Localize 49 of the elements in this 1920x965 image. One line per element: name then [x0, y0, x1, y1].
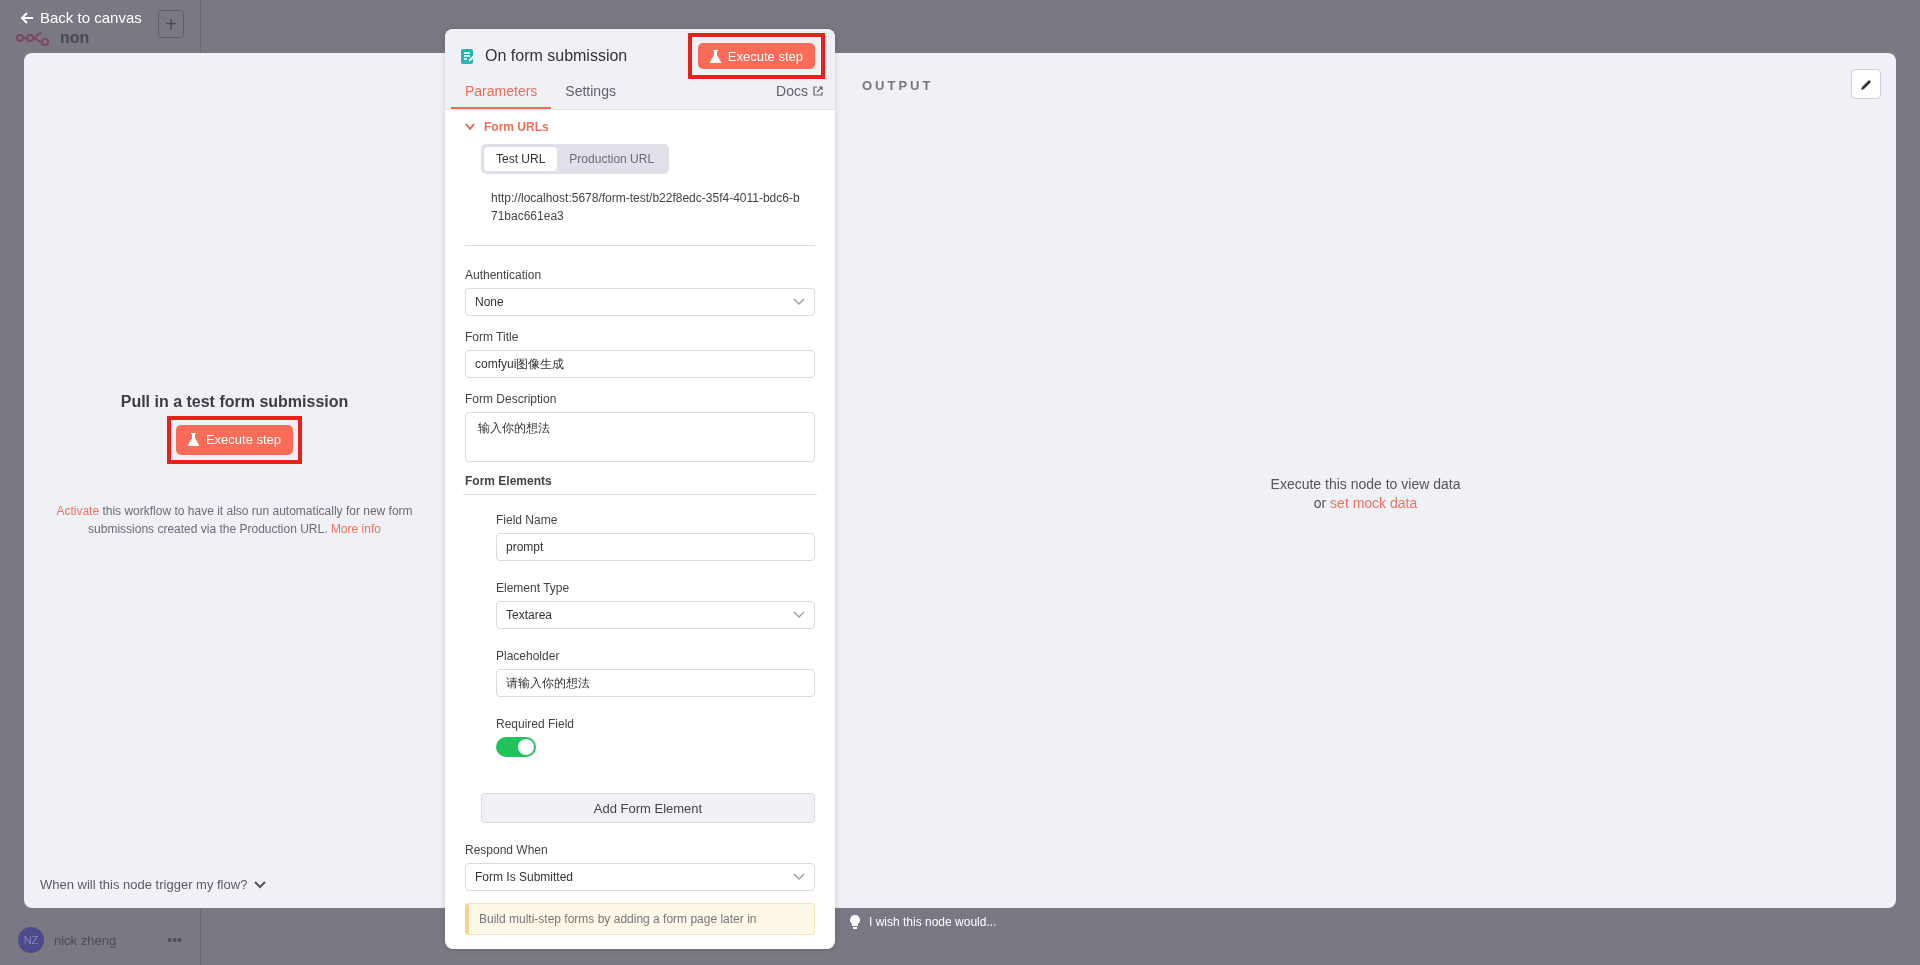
field-label: Required Field	[496, 717, 576, 731]
edit-button[interactable]	[1851, 69, 1881, 99]
info-notice: Build multi-step forms by adding a form page later in	[465, 903, 815, 935]
flask-icon	[709, 49, 721, 63]
activation-note: Activate this workflow to have it also run automatically for new form submissions created via the Production URL. More info	[55, 502, 414, 538]
field-label: Field Name	[496, 513, 559, 527]
field-label: Form Description	[465, 392, 558, 406]
chevron-down-icon	[793, 298, 805, 306]
chevron-down-icon	[793, 611, 805, 619]
user-avatar: NZ	[18, 927, 44, 953]
feedback-link[interactable]: I wish this node would...	[850, 915, 997, 929]
select-field[interactable]: Form Is Submitted	[465, 863, 815, 891]
docs-link[interactable]: Docs	[776, 83, 823, 109]
url-type-option[interactable]: Test URL	[484, 147, 558, 171]
node-title: On form submission	[485, 47, 628, 65]
flask-icon	[187, 433, 199, 446]
form-urls-section-toggle[interactable]: Form URLs	[465, 120, 549, 134]
form-url: http://localhost:5678/form-test/b22f8edc-35f4-4011-bdc6-b71bac661ea3	[491, 190, 801, 225]
input-title: Pull in a test form submission	[120, 392, 349, 411]
output-label: OUTPUT	[862, 78, 934, 93]
field-label: Form Title	[465, 330, 520, 344]
input-field[interactable]: comfyui图像生成	[465, 350, 815, 378]
add-form-element-button[interactable]: Add Form Element	[481, 793, 815, 823]
field-label: Placeholder	[496, 649, 561, 663]
select-field[interactable]: None	[465, 288, 815, 316]
external-link-icon	[813, 86, 823, 96]
or-text: or	[1313, 494, 1327, 511]
trigger-help-toggle[interactable]: When will this node trigger my flow?	[40, 877, 267, 892]
back-to-canvas-link[interactable]: Back to canvas	[20, 9, 142, 26]
input-field[interactable]: prompt	[496, 533, 815, 561]
empty-output-message: Execute this node to view data	[1270, 474, 1461, 494]
chevron-down-icon	[793, 873, 805, 881]
textarea-field[interactable]: 输入你的想法	[465, 412, 815, 462]
field-label: Authentication	[465, 268, 543, 282]
chevron-down-icon	[465, 123, 475, 131]
url-type-option[interactable]: Production URL	[557, 147, 667, 171]
input-field[interactable]: 请输入你的想法	[496, 669, 815, 697]
workflow-logo-icon	[16, 30, 50, 46]
field-label: Respond When	[465, 843, 549, 857]
lightbulb-icon	[850, 915, 860, 929]
arrow-left-icon	[20, 10, 34, 25]
pencil-icon	[1859, 77, 1873, 91]
section-heading: Form Elements	[465, 474, 553, 488]
toggle-switch[interactable]	[496, 737, 536, 757]
chevron-down-icon	[254, 880, 267, 889]
form-icon	[461, 48, 476, 64]
field-label: Element Type	[496, 581, 571, 595]
tab[interactable]: Settings	[551, 79, 630, 109]
select-field[interactable]: Textarea	[496, 601, 815, 629]
